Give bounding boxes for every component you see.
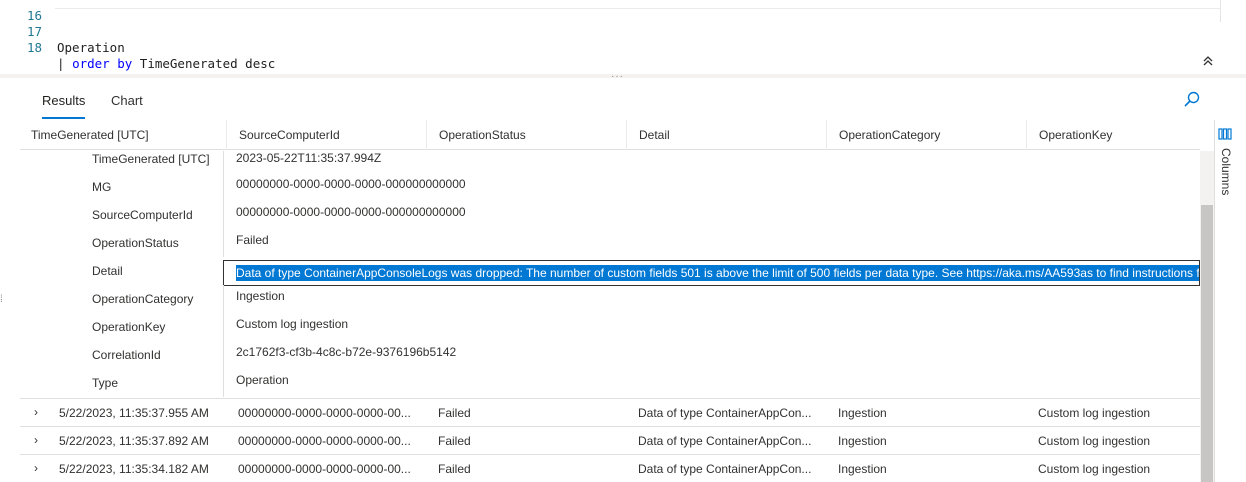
detail-key: CorrelationId <box>92 348 161 362</box>
cell-detail: Data of type ContainerAppCon... <box>638 406 812 420</box>
table-row[interactable]: › 5/22/2023, 11:35:37.955 AM 00000000-00… <box>20 398 1200 426</box>
cell-time: 5/22/2023, 11:35:37.955 AM <box>59 406 209 420</box>
collapse-editor-button[interactable] <box>1200 55 1216 71</box>
editor-ruler <box>1220 0 1221 22</box>
cell-source: 00000000-0000-0000-0000-00... <box>238 406 411 420</box>
detail-row: CorrelationId 2c1762f3-cf3b-4c8c-b72e-93… <box>20 341 1200 369</box>
keyword: order by <box>72 56 133 71</box>
cell-detail: Data of type ContainerAppCon... <box>638 462 812 476</box>
cell-key: Custom log ingestion <box>1038 462 1151 476</box>
detail-row: Detail Data of type ContainerAppConsoleL… <box>20 257 1200 286</box>
column-header-detail[interactable]: Detail <box>626 120 826 150</box>
search-icon <box>1184 91 1200 107</box>
cell-detail: Data of type ContainerAppCon... <box>638 434 812 448</box>
detail-row: OperationCategory Ingestion <box>20 285 1200 313</box>
columns-icon[interactable] <box>1218 128 1232 140</box>
detail-key: Type <box>92 376 119 390</box>
code-rest: TimeGenerated desc <box>132 56 276 71</box>
detail-value[interactable]: Failed <box>223 229 1200 257</box>
selected-text: Data of type ContainerAppConsoleLogs was… <box>236 265 1199 281</box>
cell-category: Ingestion <box>838 406 887 420</box>
code-line-17[interactable]: 17 Operation <box>0 8 125 55</box>
cell-category: Ingestion <box>838 462 887 476</box>
chevron-right-icon[interactable]: › <box>34 427 38 455</box>
detail-value[interactable]: 00000000-0000-0000-0000-000000000000 <box>223 173 1200 201</box>
pipe-operator: | <box>57 56 73 71</box>
detail-value[interactable]: 00000000-0000-0000-0000-000000000000 <box>223 201 1200 229</box>
columns-label[interactable]: Columns <box>1219 148 1233 195</box>
left-resize-grip-icon[interactable]: ⁞ <box>0 294 3 305</box>
detail-key: SourceComputerId <box>92 208 193 222</box>
column-header-operationstatus[interactable]: OperationStatus <box>426 120 626 150</box>
cell-source: 00000000-0000-0000-0000-00... <box>238 462 411 476</box>
scrollbar-thumb[interactable] <box>1201 205 1213 482</box>
detail-row: OperationStatus Failed <box>20 229 1200 257</box>
chevron-double-up-icon <box>1203 56 1213 66</box>
detail-key: OperationKey <box>92 320 166 334</box>
cell-category: Ingestion <box>838 434 887 448</box>
detail-value[interactable]: Operation <box>223 369 1200 397</box>
code-text: Operation <box>57 40 125 55</box>
code-line-16[interactable]: 16 <box>0 0 42 23</box>
column-header-sourcecomputerid[interactable]: SourceComputerId <box>226 120 426 150</box>
current-line-highlight <box>55 8 1221 9</box>
table-row[interactable]: › 5/22/2023, 11:35:34.182 AM 00000000-00… <box>20 454 1200 482</box>
cell-status: Failed <box>438 434 471 448</box>
cell-status: Failed <box>438 462 471 476</box>
column-header-operationcategory[interactable]: OperationCategory <box>826 120 1026 150</box>
cell-key: Custom log ingestion <box>1038 406 1151 420</box>
detail-key: OperationCategory <box>92 292 194 306</box>
detail-row: SourceComputerId 00000000-0000-0000-0000… <box>20 201 1200 229</box>
column-header-timegenerated[interactable]: TimeGenerated [UTC] <box>20 120 220 150</box>
cell-time: 5/22/2023, 11:35:34.182 AM <box>59 462 209 476</box>
detail-value[interactable]: 2c1762f3-cf3b-4c8c-b72e-9376196b5142 <box>223 341 1200 369</box>
chevron-right-icon[interactable]: › <box>34 455 38 482</box>
cell-source: 00000000-0000-0000-0000-00... <box>238 434 411 448</box>
splitter-grip-icon[interactable]: ··· <box>611 71 624 82</box>
tab-results[interactable]: Results <box>42 86 86 119</box>
query-editor[interactable]: 16 17 Operation 18 | order by TimeGenera… <box>0 0 1246 78</box>
table-row[interactable]: › 5/22/2023, 11:35:37.892 AM 00000000-00… <box>20 426 1200 454</box>
cell-status: Failed <box>438 406 471 420</box>
search-button[interactable] <box>1182 90 1202 110</box>
column-header-operationkey[interactable]: OperationKey <box>1026 120 1200 150</box>
code-text: | order by TimeGenerated desc <box>57 56 275 72</box>
detail-key: MG <box>92 180 112 194</box>
tab-chart[interactable]: Chart <box>111 86 143 116</box>
detail-value[interactable]: Ingestion <box>223 285 1200 313</box>
line-number: 18 <box>26 40 42 55</box>
detail-key: OperationStatus <box>92 236 179 250</box>
cell-time: 5/22/2023, 11:35:37.892 AM <box>59 434 209 448</box>
code-line-18[interactable]: 18 | order by TimeGenerated desc <box>0 24 275 71</box>
detail-row: MG 00000000-0000-0000-0000-000000000000 <box>20 173 1200 201</box>
detail-value[interactable]: Custom log ingestion <box>223 313 1200 341</box>
detail-row: OperationKey Custom log ingestion <box>20 313 1200 341</box>
detail-key: Detail <box>92 264 123 278</box>
detail-row: Type Operation <box>20 369 1200 397</box>
detail-value-selected[interactable]: Data of type ContainerAppConsoleLogs was… <box>223 260 1200 286</box>
expanded-record-details: TimeGenerated [UTC] 2023-05-22T11:35:37.… <box>20 151 1200 398</box>
cell-key: Custom log ingestion <box>1038 434 1151 448</box>
grid-header: TimeGenerated [UTC] SourceComputerId Ope… <box>20 120 1200 150</box>
chevron-right-icon[interactable]: › <box>34 399 38 427</box>
